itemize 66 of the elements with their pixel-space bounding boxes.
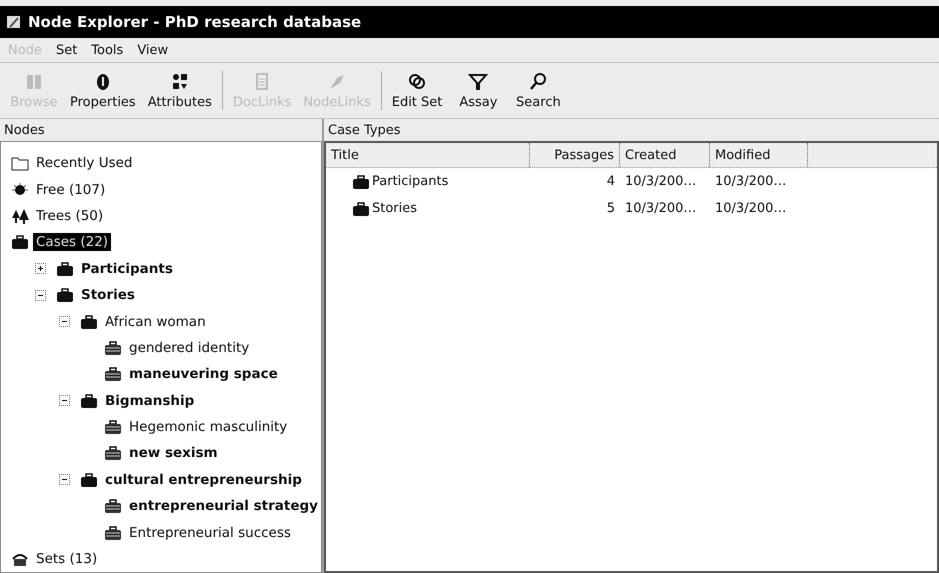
tree-item[interactable]: Recently Used bbox=[33, 154, 136, 172]
expander-icon[interactable] bbox=[35, 290, 46, 301]
tree-item[interactable]: Participants bbox=[78, 260, 176, 278]
tree-item[interactable]: gendered identity bbox=[126, 338, 252, 357]
tree-item[interactable]: Sets (13) bbox=[33, 550, 100, 568]
menu-item[interactable]: View bbox=[137, 42, 168, 58]
node-icon bbox=[80, 314, 98, 330]
tree-item[interactable]: African woman bbox=[102, 312, 209, 331]
table-cell: Stories bbox=[372, 201, 418, 216]
node-icon bbox=[11, 234, 29, 250]
node-icon bbox=[104, 524, 122, 541]
column-header[interactable]: Modified bbox=[710, 143, 808, 167]
node-icon bbox=[11, 182, 29, 198]
table-cell: Participants bbox=[372, 174, 448, 189]
window-icon bbox=[6, 15, 22, 29]
window-title: Node Explorer - PhD research database bbox=[28, 13, 362, 31]
panel-header: Case Types bbox=[327, 122, 402, 140]
toolbar-button[interactable]: Edit Set bbox=[386, 63, 448, 118]
node-icon bbox=[104, 340, 122, 356]
table-cell-text: 10/3/200… bbox=[714, 201, 788, 216]
tree-item[interactable]: Cases (22) bbox=[33, 233, 112, 252]
tree-item[interactable]: Bigmanship bbox=[102, 392, 198, 410]
filter-icon bbox=[468, 72, 488, 92]
node-icon bbox=[104, 419, 122, 436]
menu-item[interactable]: Tools bbox=[91, 42, 124, 58]
tree-item[interactable]: maneuvering space bbox=[126, 365, 281, 384]
node-icon bbox=[56, 287, 74, 304]
expander-icon[interactable] bbox=[59, 395, 70, 406]
rings-icon bbox=[407, 72, 428, 92]
node-icon bbox=[11, 551, 29, 568]
node-icon bbox=[56, 260, 74, 277]
toolbar-button[interactable]: Assay bbox=[448, 63, 508, 118]
menu-item[interactable]: Set bbox=[56, 42, 78, 58]
tree-item[interactable]: Entrepreneurial success bbox=[126, 524, 294, 542]
toolbar-button[interactable]: Search bbox=[508, 63, 568, 118]
column-header[interactable]: Title bbox=[326, 143, 530, 167]
node-icon bbox=[11, 155, 29, 172]
toolbar-button[interactable]: Properties bbox=[64, 63, 142, 118]
tree-item[interactable]: Stories bbox=[78, 286, 138, 304]
node-icon bbox=[104, 498, 122, 514]
tree-item[interactable]: Hegemonic masculinity bbox=[126, 418, 290, 436]
table-cell-text: 10/3/200… bbox=[624, 201, 698, 216]
search-icon bbox=[528, 72, 548, 92]
table-cell-text: 4 bbox=[606, 174, 616, 189]
tree-item[interactable]: Trees (50) bbox=[33, 206, 106, 225]
panel-header: Nodes bbox=[3, 122, 46, 140]
tree-item[interactable]: cultural entrepreneurship bbox=[102, 470, 305, 489]
node-icon bbox=[80, 472, 98, 488]
table-cell-text: 10/3/200… bbox=[714, 174, 788, 189]
tree-item[interactable]: entrepreneurial strategy bbox=[126, 497, 321, 516]
tree-item[interactable]: new sexism bbox=[126, 444, 221, 462]
node-icon bbox=[11, 208, 29, 224]
tree-item[interactable]: Free (107) bbox=[33, 180, 108, 199]
case-icon bbox=[352, 200, 370, 216]
table-cell-text: 5 bbox=[606, 201, 616, 216]
expander-icon[interactable] bbox=[59, 316, 70, 328]
expander-icon[interactable] bbox=[59, 474, 70, 486]
node-icon bbox=[104, 445, 122, 462]
column-header[interactable]: Passages bbox=[530, 143, 620, 167]
table-cell-text: 10/3/200… bbox=[624, 174, 698, 189]
expander-icon[interactable] bbox=[35, 263, 46, 274]
column-header[interactable]: Created bbox=[620, 143, 710, 167]
node-icon bbox=[104, 366, 122, 382]
case-icon bbox=[352, 174, 370, 190]
toolbar-button[interactable]: Attributes bbox=[142, 63, 218, 118]
node-icon bbox=[80, 392, 98, 409]
